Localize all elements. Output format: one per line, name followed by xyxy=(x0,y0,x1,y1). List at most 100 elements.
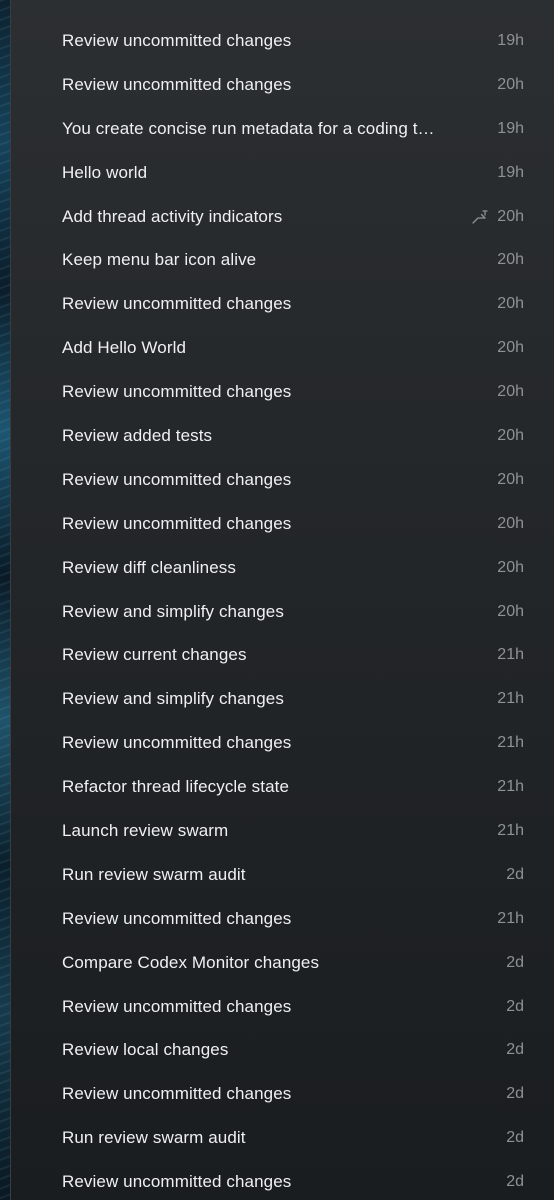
thread-title: Review uncommitted changes xyxy=(62,382,292,402)
thread-row[interactable]: Review uncommitted changes 20h xyxy=(11,370,554,414)
thread-row[interactable]: You create concise run metadata for a co… xyxy=(11,107,554,151)
thread-age: 21h xyxy=(497,646,524,664)
thread-row[interactable]: Review current changes 21h xyxy=(11,633,554,677)
thread-sidebar: Review uncommitted changes 19h Review un… xyxy=(10,0,554,1200)
desktop-wallpaper-edge xyxy=(0,0,10,1200)
thread-age: 21h xyxy=(497,909,524,927)
thread-row[interactable]: Review uncommitted changes 2d xyxy=(11,1072,554,1116)
thread-row[interactable]: Review uncommitted changes 19h xyxy=(11,19,554,63)
thread-row[interactable]: Launch review swarm 21h xyxy=(11,809,554,853)
thread-age: 2d xyxy=(506,953,524,971)
thread-title: Review uncommitted changes xyxy=(62,513,292,533)
thread-title: Run review swarm audit xyxy=(62,1128,246,1148)
thread-title: Refactor thread lifecycle state xyxy=(62,777,290,797)
thread-meta: 21h xyxy=(496,910,524,928)
thread-row[interactable]: Review uncommitted changes 20h xyxy=(11,63,554,107)
thread-title: Keep menu bar icon alive xyxy=(62,250,257,270)
thread-row[interactable]: Review uncommitted changes 21h xyxy=(11,897,554,941)
thread-meta: 21h xyxy=(496,778,524,796)
thread-meta: 21h xyxy=(496,690,524,708)
thread-meta: 2d xyxy=(496,1085,524,1103)
thread-age: 20h xyxy=(497,383,524,401)
thread-row[interactable]: Review added tests 20h xyxy=(11,414,554,458)
thread-title: Hello world xyxy=(62,162,148,182)
thread-meta: 2d xyxy=(496,866,524,884)
thread-age: 20h xyxy=(497,339,524,357)
thread-age: 20h xyxy=(497,602,524,620)
thread-meta: 20h xyxy=(496,559,524,577)
thread-row[interactable]: Review uncommitted changes 2d xyxy=(11,1160,554,1200)
thread-row[interactable]: Review uncommitted changes 21h xyxy=(11,721,554,765)
thread-age: 20h xyxy=(497,558,524,576)
thread-list: Review uncommitted changes 19h Review un… xyxy=(11,19,554,1200)
thread-meta: 20h xyxy=(496,515,524,533)
thread-meta: 20h xyxy=(496,76,524,94)
thread-age: 2d xyxy=(506,1173,524,1191)
thread-age: 21h xyxy=(497,821,524,839)
thread-age: 20h xyxy=(497,514,524,532)
thread-row[interactable]: Review local changes 2d xyxy=(11,1028,554,1072)
thread-title: Compare Codex Monitor changes xyxy=(62,952,320,972)
thread-meta: 19h xyxy=(496,164,524,182)
thread-row[interactable]: Review diff cleanliness 20h xyxy=(11,546,554,590)
app-window: Review uncommitted changes 19h Review un… xyxy=(0,0,554,1200)
thread-title: Review uncommitted changes xyxy=(62,996,292,1016)
thread-row[interactable]: Review uncommitted changes 20h xyxy=(11,458,554,502)
thread-meta: 19h xyxy=(496,32,524,50)
thread-meta: 2d xyxy=(496,954,524,972)
thread-row[interactable]: Run review swarm audit 2d xyxy=(11,853,554,897)
thread-age: 20h xyxy=(497,75,524,93)
thread-meta: 20h xyxy=(496,603,524,621)
thread-title: Review uncommitted changes xyxy=(62,908,292,928)
thread-title: Run review swarm audit xyxy=(62,864,246,884)
thread-age: 19h xyxy=(497,119,524,137)
thread-age: 2d xyxy=(506,1129,524,1147)
thread-meta: 21h xyxy=(496,734,524,752)
thread-age: 19h xyxy=(497,31,524,49)
branch-merge-icon xyxy=(470,208,488,226)
thread-meta: 2d xyxy=(496,1041,524,1059)
thread-title: Review uncommitted changes xyxy=(62,733,292,753)
thread-age: 20h xyxy=(497,295,524,313)
thread-row[interactable]: Refactor thread lifecycle state 21h xyxy=(11,765,554,809)
thread-title: Add thread activity indicators xyxy=(62,206,283,226)
thread-title: Review uncommitted changes xyxy=(62,74,292,94)
thread-title: Review uncommitted changes xyxy=(62,30,292,50)
thread-row[interactable]: Add thread activity indicators 20h xyxy=(11,195,554,239)
thread-title: Review uncommitted changes xyxy=(62,294,292,314)
thread-age: 19h xyxy=(497,163,524,181)
thread-row[interactable]: Review uncommitted changes 20h xyxy=(11,502,554,546)
thread-row[interactable]: Compare Codex Monitor changes 2d xyxy=(11,941,554,985)
thread-title: Review uncommitted changes xyxy=(62,1172,292,1192)
thread-row[interactable]: Review uncommitted changes 2d xyxy=(11,985,554,1029)
thread-age: 2d xyxy=(506,865,524,883)
thread-row[interactable]: Keep menu bar icon alive 20h xyxy=(11,238,554,282)
thread-title: Review diff cleanliness xyxy=(62,557,236,577)
thread-meta: 20h xyxy=(496,339,524,357)
thread-age: 20h xyxy=(497,426,524,444)
thread-row[interactable]: Hello world 19h xyxy=(11,151,554,195)
thread-age: 2d xyxy=(506,1085,524,1103)
thread-age: 2d xyxy=(506,997,524,1015)
thread-row[interactable]: Run review swarm audit 2d xyxy=(11,1116,554,1160)
thread-title: Review local changes xyxy=(62,1040,229,1060)
thread-row[interactable]: Review and simplify changes 20h xyxy=(11,590,554,634)
thread-meta: 20h xyxy=(496,295,524,313)
thread-meta: 20h xyxy=(496,427,524,445)
thread-meta: 20h xyxy=(496,251,524,269)
thread-age: 21h xyxy=(497,734,524,752)
thread-meta: 21h xyxy=(496,646,524,664)
thread-meta: 2d xyxy=(496,998,524,1016)
thread-meta: 2d xyxy=(496,1129,524,1147)
thread-row[interactable]: Review uncommitted changes 20h xyxy=(11,282,554,326)
thread-meta: 2d xyxy=(496,1173,524,1191)
thread-title: You create concise run metadata for a co… xyxy=(62,118,435,138)
thread-title: Review uncommitted changes xyxy=(62,469,292,489)
thread-title: Review current changes xyxy=(62,645,247,665)
thread-age: 21h xyxy=(497,690,524,708)
thread-row[interactable]: Review and simplify changes 21h xyxy=(11,677,554,721)
thread-title: Review and simplify changes xyxy=(62,689,284,709)
thread-age: 20h xyxy=(497,470,524,488)
thread-meta: 20h xyxy=(496,471,524,489)
thread-row[interactable]: Add Hello World 20h xyxy=(11,326,554,370)
